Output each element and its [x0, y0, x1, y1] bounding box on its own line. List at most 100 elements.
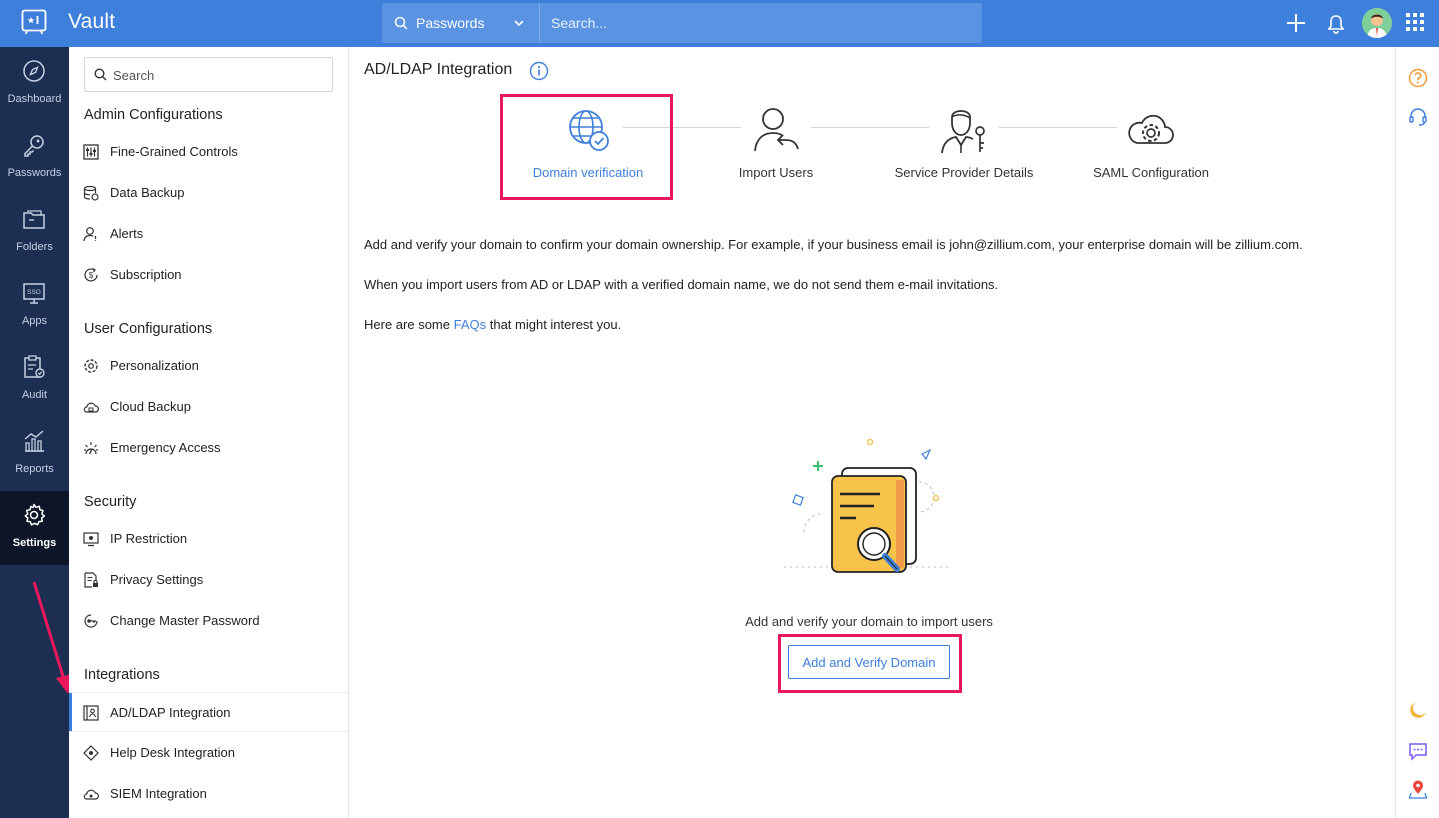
- compass-icon: [22, 59, 46, 83]
- rail-item-dashboard[interactable]: Dashboard: [0, 47, 69, 121]
- top-bar: Vault Passwords: [0, 0, 1439, 47]
- database-icon: [83, 185, 99, 201]
- rail-item-audit[interactable]: Audit: [0, 343, 69, 417]
- nav-item-alerts[interactable]: Alerts: [69, 214, 348, 254]
- app-name: Vault: [68, 10, 116, 33]
- nav-item-help-desk-integration[interactable]: Help Desk Integration: [69, 733, 348, 773]
- domain-search-illustration: [784, 432, 959, 577]
- monitor-icon: [83, 531, 99, 547]
- user-import-icon: [752, 105, 800, 155]
- description-paragraph: Add and verify your domain to confirm yo…: [364, 237, 1303, 252]
- search-icon: [94, 68, 107, 81]
- search-category-dropdown[interactable]: Passwords: [382, 3, 540, 43]
- cloud-cog-icon: [83, 786, 99, 802]
- nav-item-siem-integration[interactable]: SIEM Integration: [69, 774, 348, 814]
- nav-item-label: IP Restriction: [110, 531, 188, 546]
- location-pin-icon[interactable]: [1408, 779, 1428, 799]
- key-circle-icon: [83, 613, 99, 629]
- apps-grid-icon[interactable]: [1405, 12, 1425, 32]
- clipboard-icon: [22, 355, 46, 379]
- vault-logo-icon[interactable]: [21, 9, 47, 35]
- rail-item-folders[interactable]: Folders: [0, 195, 69, 269]
- nav-item-subscription[interactable]: $ Subscription: [69, 255, 348, 295]
- nav-section-title: Admin Configurations: [84, 107, 223, 123]
- nav-item-label: Emergency Access: [110, 440, 221, 455]
- rail-item-label: Reports: [15, 463, 54, 475]
- nav-item-label: Fine-Grained Controls: [110, 144, 238, 159]
- sso-icon: SSO: [22, 281, 46, 305]
- nav-item-label: AD/LDAP Integration: [110, 705, 231, 720]
- step-import-users[interactable]: Import Users: [686, 105, 866, 180]
- avatar[interactable]: [1362, 8, 1392, 38]
- folder-icon: [22, 207, 46, 231]
- nav-search: [84, 57, 333, 92]
- chart-icon: [22, 429, 46, 453]
- step-label: Service Provider Details: [894, 165, 1034, 180]
- chat-icon[interactable]: [1408, 741, 1428, 761]
- nav-item-label: SIEM Integration: [110, 786, 207, 801]
- rail-item-reports[interactable]: Reports: [0, 417, 69, 491]
- nav-search-input[interactable]: [113, 66, 323, 84]
- support-headset-icon[interactable]: [1408, 107, 1428, 127]
- nav-section-title: Security: [84, 494, 137, 510]
- step-service-provider-details[interactable]: Service Provider Details: [874, 105, 1054, 180]
- info-icon[interactable]: [529, 61, 549, 81]
- nav-item-data-backup[interactable]: Data Backup: [69, 173, 348, 213]
- nav-item-label: Privacy Settings: [110, 572, 204, 587]
- nav-item-change-master-password[interactable]: Change Master Password: [69, 601, 348, 641]
- nav-item-label: Help Desk Integration: [110, 745, 236, 760]
- step-saml-configuration[interactable]: SAML Configuration: [1061, 105, 1241, 180]
- faq-link[interactable]: FAQs: [454, 317, 487, 332]
- rail-item-label: Passwords: [7, 167, 62, 179]
- rail-item-label: Audit: [21, 389, 48, 401]
- nav-item-privacy-settings[interactable]: Privacy Settings: [69, 560, 348, 600]
- nav-item-label: Change Master Password: [110, 613, 260, 628]
- svg-text:SSO: SSO: [27, 289, 41, 296]
- directory-icon: [83, 705, 99, 721]
- left-rail: Dashboard Passwords Folders SSO Apps Aud…: [0, 47, 69, 818]
- search-input[interactable]: [551, 13, 971, 33]
- bell-icon[interactable]: [1327, 14, 1345, 34]
- step-label: SAML Configuration: [1093, 165, 1209, 180]
- faq-suffix: that might interest you.: [486, 317, 622, 332]
- cloud-icon: [83, 399, 99, 415]
- nav-item-ad-ldap-integration[interactable]: AD/LDAP Integration: [69, 692, 348, 732]
- nav-item-ip-restriction[interactable]: IP Restriction: [69, 519, 348, 559]
- nav-item-label: Cloud Backup: [110, 399, 191, 414]
- empty-state-text: Add and verify your domain to import use…: [745, 614, 993, 629]
- faq-paragraph: Here are some FAQs that might interest y…: [364, 317, 621, 332]
- sliders-icon: [83, 144, 99, 160]
- settings-nav: Admin Configurations Fine-Grained Contro…: [69, 47, 349, 818]
- button-highlight-box: [778, 634, 962, 693]
- nav-item-personalization[interactable]: Personalization: [69, 346, 348, 386]
- rail-item-label: Settings: [12, 537, 57, 549]
- rail-item-settings[interactable]: Settings: [0, 491, 69, 565]
- rail-item-passwords[interactable]: Passwords: [0, 121, 69, 195]
- help-icon[interactable]: [1408, 68, 1428, 88]
- emergency-icon: [83, 440, 99, 456]
- plus-icon[interactable]: [1286, 12, 1306, 34]
- moon-icon[interactable]: [1408, 700, 1428, 720]
- rail-item-label: Dashboard: [7, 93, 62, 105]
- right-rail: [1395, 47, 1439, 818]
- user-alert-icon: [83, 226, 99, 242]
- nav-item-cloud-backup[interactable]: Cloud Backup: [69, 387, 348, 427]
- gear-icon: [83, 358, 99, 374]
- gear-icon: [22, 503, 46, 527]
- nav-item-fine-grained-controls[interactable]: Fine-Grained Controls: [69, 132, 348, 172]
- faq-prefix: Here are some: [364, 317, 454, 332]
- nav-section-title: User Configurations: [84, 321, 213, 337]
- description-paragraph: When you import users from AD or LDAP wi…: [364, 277, 999, 292]
- ticket-icon: [83, 745, 99, 761]
- dollar-refresh-icon: $: [83, 267, 99, 283]
- rail-item-apps[interactable]: SSO Apps: [0, 269, 69, 343]
- page-title: AD/LDAP Integration: [364, 61, 513, 78]
- nav-item-label: Data Backup: [110, 185, 185, 200]
- cloud-gear-icon: [1127, 105, 1175, 155]
- step-highlight-box: [500, 94, 673, 200]
- nav-item-emergency-access[interactable]: Emergency Access: [69, 428, 348, 468]
- main-content: AD/LDAP Integration Domain verification: [349, 47, 1395, 818]
- nav-item-label: Subscription: [110, 267, 182, 282]
- rail-item-label: Apps: [21, 315, 48, 327]
- key-icon: [22, 133, 46, 157]
